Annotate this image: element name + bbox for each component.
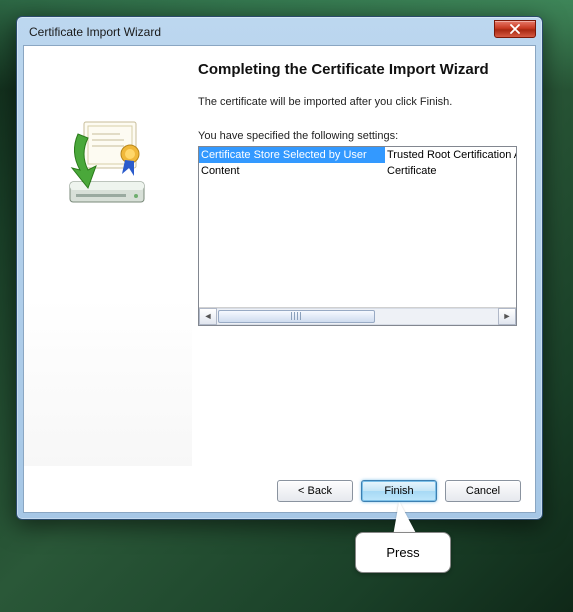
wizard-heading: Completing the Certificate Import Wizard — [198, 60, 517, 80]
certificate-wizard-icon — [62, 104, 162, 214]
scroll-left-button[interactable]: ◄ — [199, 308, 217, 325]
wizard-description: The certificate will be imported after y… — [198, 96, 517, 108]
button-row: < Back Finish Cancel — [277, 480, 521, 502]
annotation-callout: Press — [355, 532, 451, 573]
wizard-sidebar — [24, 46, 192, 466]
callout-text: Press — [355, 532, 451, 573]
close-button[interactable] — [494, 20, 536, 38]
scroll-track[interactable] — [217, 308, 498, 325]
titlebar[interactable]: Certificate Import Wizard — [23, 23, 536, 45]
back-button[interactable]: < Back — [277, 480, 353, 502]
table-row[interactable]: Content Certificate — [199, 163, 516, 179]
cancel-button[interactable]: Cancel — [445, 480, 521, 502]
setting-name: Content — [199, 163, 385, 179]
settings-label: You have specified the following setting… — [198, 130, 517, 142]
horizontal-scrollbar[interactable]: ◄ ► — [199, 307, 516, 325]
window-title: Certificate Import Wizard — [29, 25, 161, 39]
finish-button[interactable]: Finish — [361, 480, 437, 502]
scroll-thumb[interactable] — [218, 310, 375, 323]
wizard-window: Certificate Import Wizard — [16, 16, 543, 520]
setting-name: Certificate Store Selected by User — [199, 147, 385, 163]
settings-listbox[interactable]: Certificate Store Selected by User Trust… — [198, 146, 517, 326]
scroll-right-button[interactable]: ► — [498, 308, 516, 325]
client-area: Completing the Certificate Import Wizard… — [23, 45, 536, 513]
close-icon — [509, 24, 521, 34]
wizard-main: Completing the Certificate Import Wizard… — [192, 46, 535, 466]
setting-value: Trusted Root Certification Authorities — [385, 147, 516, 163]
setting-value: Certificate — [385, 163, 516, 179]
table-row[interactable]: Certificate Store Selected by User Trust… — [199, 147, 516, 163]
